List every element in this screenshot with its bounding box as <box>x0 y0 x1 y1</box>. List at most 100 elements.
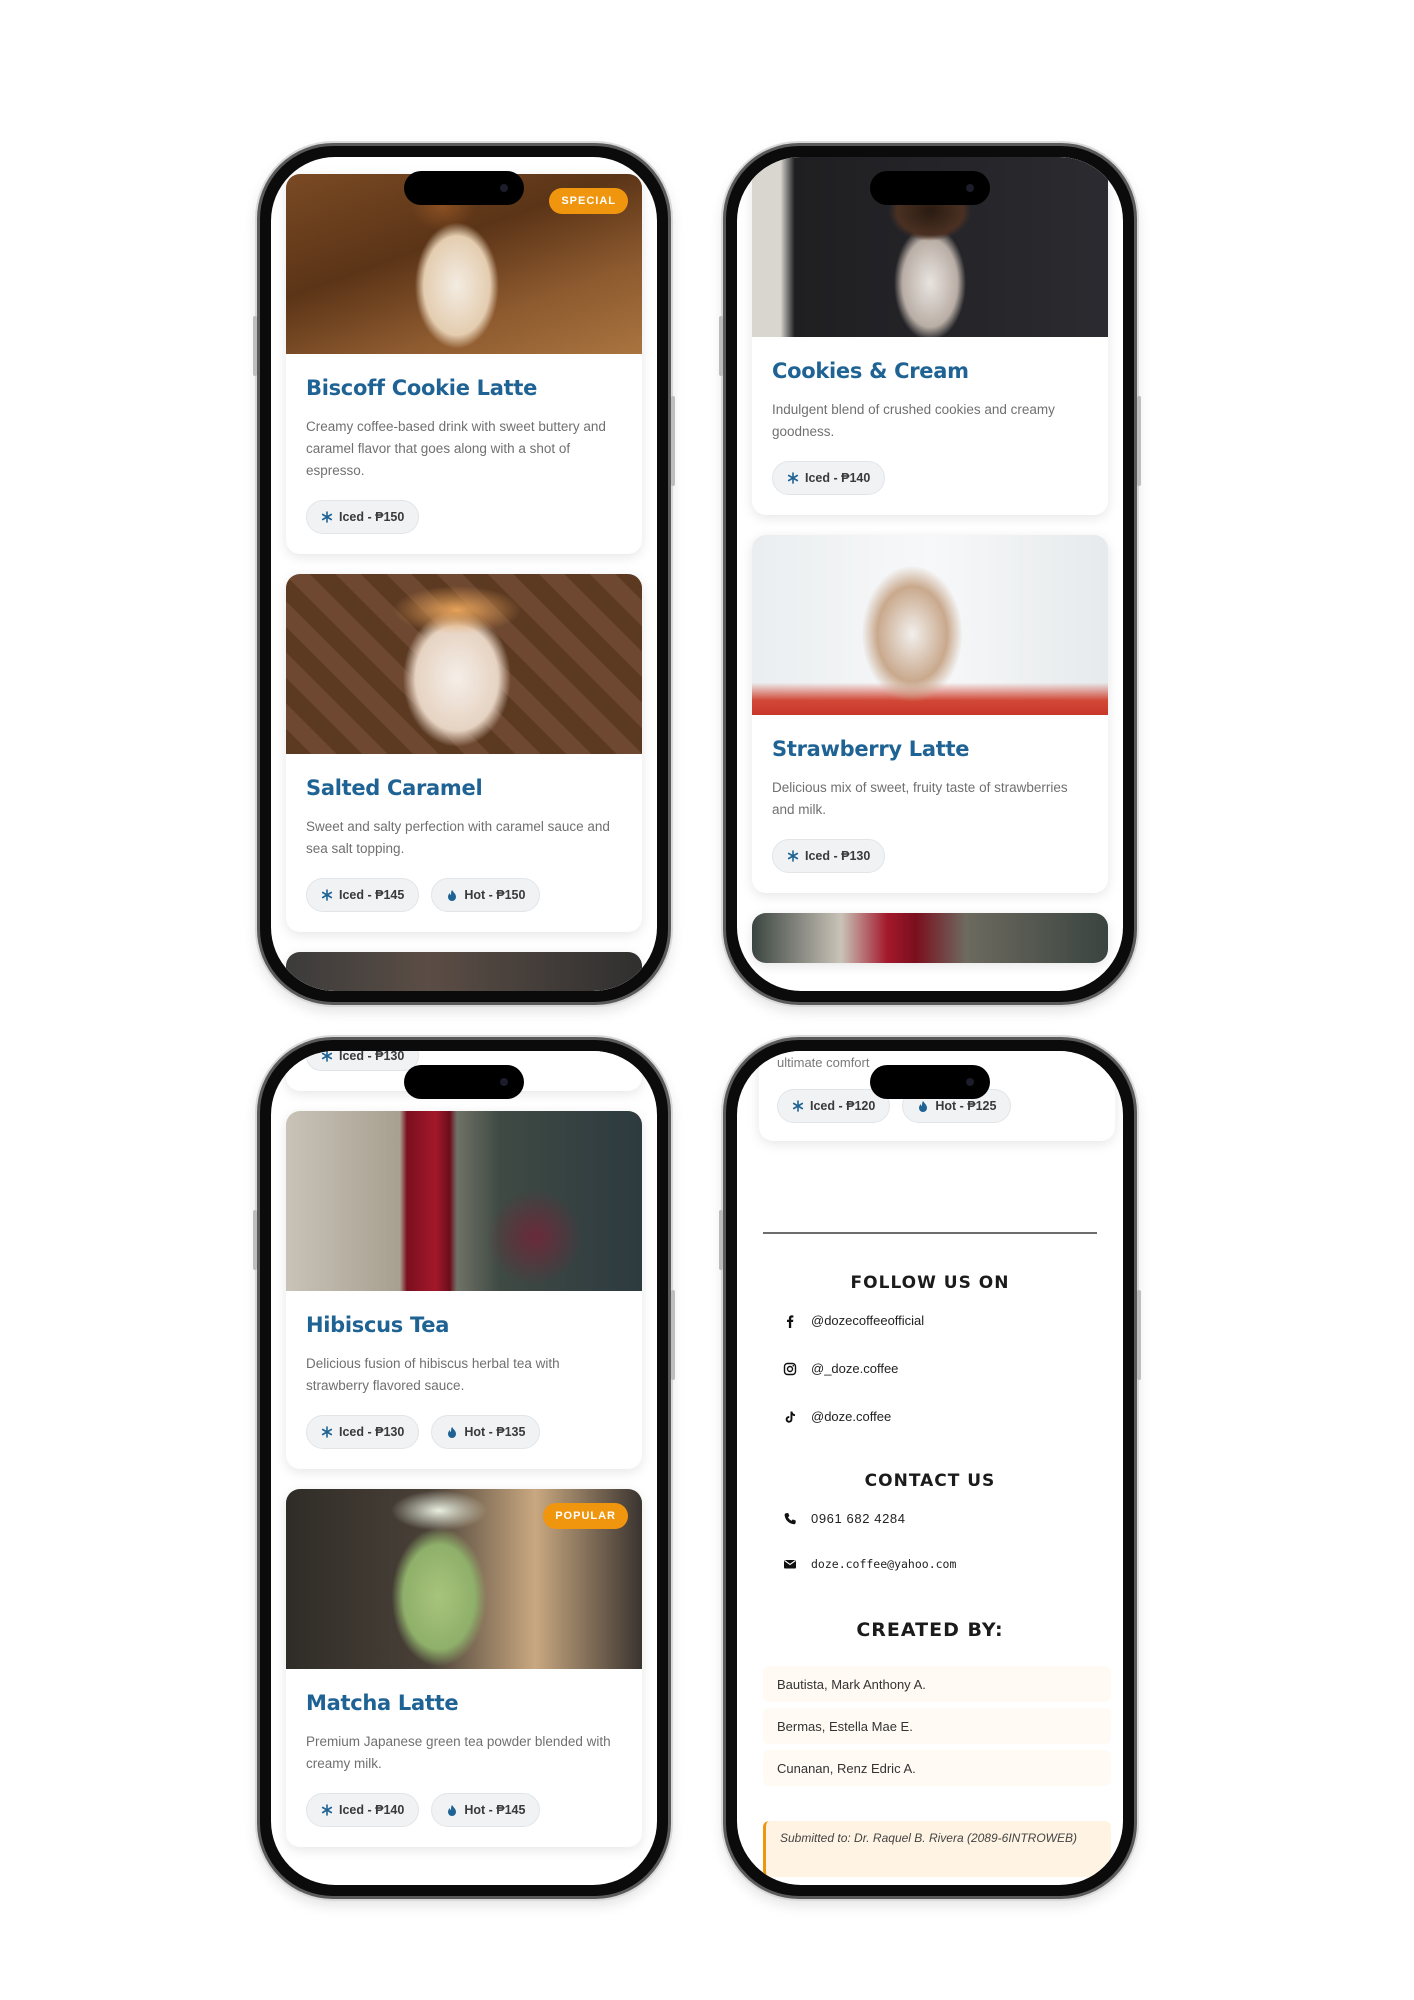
phone-frame-1: SPECIAL Biscoff Cookie Latte Creamy coff… <box>253 143 675 1005</box>
menu-card-matcha-latte[interactable]: POPULAR Matcha Latte Premium Japanese gr… <box>286 1489 642 1847</box>
follow-heading: FOLLOW US ON <box>850 1273 1010 1293</box>
footer-divider <box>763 1232 1097 1234</box>
card-title: Hibiscus Tea <box>306 1313 450 1337</box>
creator-row: Bermas, Estella Mae E. <box>763 1708 1111 1744</box>
card-description: ultimate comfort <box>777 1055 870 1070</box>
phone-number: 0961 682 4284 <box>811 1511 906 1526</box>
snowflake-icon <box>321 511 333 523</box>
chip-label: Hot - ₱125 <box>935 1099 997 1113</box>
email-contact[interactable]: doze.coffee@yahoo.com <box>783 1557 956 1571</box>
snowflake-icon <box>321 1426 333 1438</box>
price-chip-iced[interactable]: Iced - ₱140 <box>306 1793 420 1827</box>
chip-label: Hot - ₱150 <box>464 888 526 902</box>
price-chip-hot[interactable]: Hot - ₱145 <box>431 1793 541 1827</box>
card-description: Indulgent blend of crushed cookies and c… <box>772 402 1055 439</box>
chip-label: Hot - ₱135 <box>464 1425 526 1439</box>
card-title: Cookies & Cream <box>772 359 969 383</box>
dynamic-island <box>870 171 990 205</box>
price-chip-iced[interactable]: Iced - ₱120 <box>777 1089 891 1123</box>
flame-icon <box>919 1101 928 1112</box>
facebook-handle: @dozecoffeeofficial <box>811 1313 925 1328</box>
facebook-link[interactable]: @dozecoffeeofficial <box>783 1313 924 1328</box>
hibiscus-tea-image <box>286 1111 642 1291</box>
chip-label: Iced - ₱130 <box>339 1051 405 1063</box>
price-chip-iced[interactable]: Iced - ₱130 <box>772 839 886 873</box>
chip-label: Iced - ₱130 <box>805 849 871 863</box>
envelope-icon <box>784 1560 796 1569</box>
card-title: Salted Caramel <box>306 776 483 800</box>
menu-card-hibiscus-tea[interactable]: Hibiscus Tea Delicious fusion of hibiscu… <box>286 1111 642 1469</box>
menu-card-next-partial[interactable] <box>752 913 1108 963</box>
matcha-latte-image: POPULAR <box>286 1489 642 1669</box>
dynamic-island <box>404 171 524 205</box>
menu-list[interactable]: Iced - ₱130 Hibiscus Tea Delicious fusio… <box>271 1051 657 1867</box>
phone-contact[interactable]: 0961 682 4284 <box>783 1511 906 1526</box>
dynamic-island <box>870 1065 990 1099</box>
menu-list[interactable]: Cookies & Cream Indulgent blend of crush… <box>737 157 1123 983</box>
salted-caramel-image <box>286 574 642 754</box>
menu-list[interactable]: SPECIAL Biscoff Cookie Latte Creamy coff… <box>271 174 657 991</box>
chip-label: Iced - ₱120 <box>810 1099 876 1113</box>
menu-card-salted-caramel[interactable]: Salted Caramel Sweet and salty perfectio… <box>286 574 642 932</box>
card-description: Delicious mix of sweet, fruity taste of … <box>772 780 1068 817</box>
tiktok-link[interactable]: @doze.coffee <box>783 1409 891 1424</box>
creator-row: Cunanan, Renz Edric A. <box>763 1750 1111 1786</box>
submitted-to-note: Submitted to: Dr. Raquel B. Rivera (2089… <box>763 1821 1111 1877</box>
phone-frame-4: ultimate comfort Iced - ₱120 Hot - ₱125 … <box>719 1037 1141 1899</box>
phone-screen-4: ultimate comfort Iced - ₱120 Hot - ₱125 … <box>737 1051 1123 1885</box>
tiktok-icon <box>785 1411 795 1423</box>
card-description: Creamy coffee-based drink with sweet but… <box>306 419 606 478</box>
phone-icon <box>784 1512 796 1524</box>
snowflake-icon <box>787 472 799 484</box>
flame-icon <box>448 1427 457 1438</box>
price-chip-iced[interactable]: Iced - ₱145 <box>306 878 420 912</box>
chip-label: Iced - ₱145 <box>339 888 405 902</box>
hibiscus-tea-image <box>752 913 1108 963</box>
price-chip-hot[interactable]: Hot - ₱150 <box>431 878 541 912</box>
chip-label: Iced - ₱150 <box>339 510 405 524</box>
contact-heading: CONTACT US <box>864 1471 996 1491</box>
phone-screen-1: SPECIAL Biscoff Cookie Latte Creamy coff… <box>271 157 657 991</box>
flame-icon <box>448 1805 457 1816</box>
snowflake-icon <box>321 1051 333 1062</box>
dynamic-island <box>404 1065 524 1099</box>
price-chip-iced[interactable]: Iced - ₱150 <box>306 500 420 534</box>
popular-badge: POPULAR <box>543 1503 628 1529</box>
menu-card-biscoff[interactable]: SPECIAL Biscoff Cookie Latte Creamy coff… <box>286 174 642 554</box>
chip-label: Iced - ₱140 <box>805 471 871 485</box>
creator-row: Bautista, Mark Anthony A. <box>763 1666 1111 1702</box>
chip-label: Iced - ₱140 <box>339 1803 405 1817</box>
card-title: Biscoff Cookie Latte <box>306 376 538 400</box>
facebook-icon <box>787 1314 794 1328</box>
price-chip-iced[interactable]: Iced - ₱130 <box>306 1051 420 1071</box>
phone-frame-3: Iced - ₱130 Hibiscus Tea Delicious fusio… <box>253 1037 675 1899</box>
menu-card-next-partial[interactable] <box>286 952 642 991</box>
card-description: Sweet and salty perfection with caramel … <box>306 819 610 856</box>
card-description: Delicious fusion of hibiscus herbal tea … <box>306 1356 560 1393</box>
strawberry-latte-image <box>752 535 1108 715</box>
instagram-icon <box>783 1362 797 1375</box>
phone-screen-3: Iced - ₱130 Hibiscus Tea Delicious fusio… <box>271 1051 657 1885</box>
chip-label: Hot - ₱145 <box>464 1803 526 1817</box>
price-chip-iced[interactable]: Iced - ₱140 <box>772 461 886 495</box>
phone-screen-2: Cookies & Cream Indulgent blend of crush… <box>737 157 1123 991</box>
instagram-handle: @_doze.coffee <box>811 1361 899 1376</box>
snowflake-icon <box>321 889 333 901</box>
tiktok-handle: @doze.coffee <box>811 1409 892 1424</box>
flame-icon <box>448 890 457 901</box>
snowflake-icon <box>321 1804 333 1816</box>
card-description: Premium Japanese green tea powder blende… <box>306 1734 611 1771</box>
snowflake-icon <box>787 850 799 862</box>
menu-card-cookies-cream[interactable]: Cookies & Cream Indulgent blend of crush… <box>752 157 1108 515</box>
card-title: Strawberry Latte <box>772 737 970 761</box>
special-badge: SPECIAL <box>549 188 628 214</box>
price-chip-iced[interactable]: Iced - ₱130 <box>306 1415 420 1449</box>
chip-label: Iced - ₱130 <box>339 1425 405 1439</box>
email-address: doze.coffee@yahoo.com <box>811 1557 957 1571</box>
phone-frame-2: Cookies & Cream Indulgent blend of crush… <box>719 143 1141 1005</box>
instagram-link[interactable]: @_doze.coffee <box>783 1361 898 1376</box>
menu-card-strawberry-latte[interactable]: Strawberry Latte Delicious mix of sweet,… <box>752 535 1108 893</box>
cookies-cream-image <box>286 952 642 991</box>
price-chip-hot[interactable]: Hot - ₱135 <box>431 1415 541 1449</box>
snowflake-icon <box>792 1100 804 1112</box>
